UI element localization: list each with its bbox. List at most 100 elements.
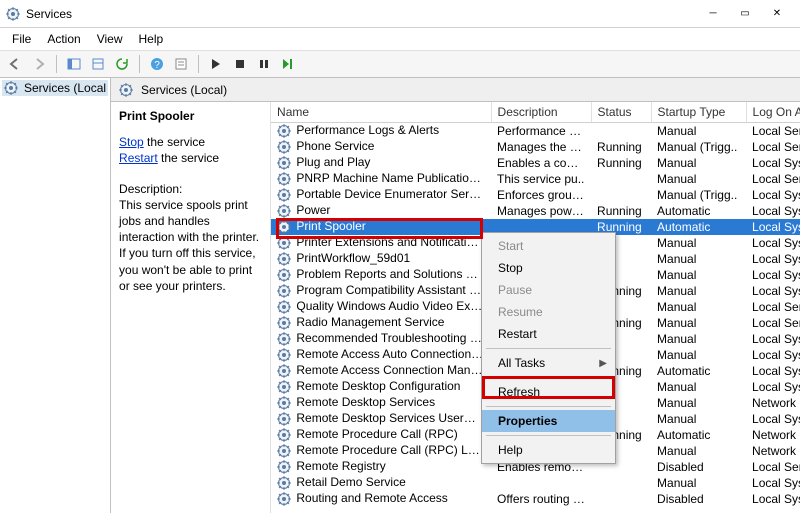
cell-startup: Disabled (651, 459, 746, 475)
svg-text:?: ? (154, 60, 160, 71)
cell-desc: Offers routing s.. (491, 491, 591, 507)
pause-service-button[interactable] (253, 53, 275, 75)
table-row[interactable]: PNRP Machine Name Publication ServiceThi… (271, 171, 800, 187)
cell-name: Remote Access Connection Manager (271, 363, 491, 379)
cell-name: Remote Desktop Services (271, 395, 491, 411)
cell-desc (491, 475, 591, 491)
menu-file[interactable]: File (4, 30, 39, 48)
export-button[interactable] (87, 53, 109, 75)
help-button[interactable]: ? (146, 53, 168, 75)
table-row[interactable]: Performance Logs & AlertsPerformance Lo.… (271, 123, 800, 139)
minimize-button[interactable]: ─ (706, 7, 720, 21)
ctx-help[interactable]: Help (482, 439, 615, 461)
cell-startup: Manual (651, 299, 746, 315)
table-row[interactable]: Plug and PlayEnables a comp..RunningManu… (271, 155, 800, 171)
description-text: This service spools print jobs and handl… (119, 197, 262, 294)
forward-button[interactable] (28, 53, 50, 75)
cell-name: Phone Service (271, 139, 491, 155)
cell-status: Running (591, 155, 651, 171)
show-hide-tree-button[interactable] (63, 53, 85, 75)
cell-status (591, 187, 651, 203)
cell-logon: Local Service (746, 171, 800, 187)
cell-name: Remote Desktop Configuration (271, 379, 491, 395)
description-pane: Print Spooler Stop the service Restart t… (111, 102, 271, 513)
cell-logon: Local System (746, 379, 800, 395)
cell-logon: Local System (746, 155, 800, 171)
cell-startup: Manual (651, 283, 746, 299)
ctx-refresh[interactable]: Refresh (482, 381, 615, 403)
cell-desc: This service pu.. (491, 171, 591, 187)
col-logon[interactable]: Log On As (746, 102, 800, 123)
cell-logon: Local Service (746, 123, 800, 139)
cell-status (591, 123, 651, 139)
main-header: Services (Local) (111, 78, 800, 102)
cell-logon: Local Service (746, 315, 800, 331)
cell-name: Portable Device Enumerator Service (271, 187, 491, 203)
refresh-button[interactable] (111, 53, 133, 75)
cell-logon: Network Se... (746, 427, 800, 443)
back-button[interactable] (4, 53, 26, 75)
restart-service-button[interactable] (277, 53, 299, 75)
column-header-row[interactable]: Name Description Status Startup Type Log… (271, 102, 800, 123)
maximize-button[interactable]: ▭ (738, 7, 752, 21)
menu-help[interactable]: Help (131, 30, 172, 48)
table-row[interactable]: Phone ServiceManages the te..RunningManu… (271, 139, 800, 155)
ctx-pause[interactable]: Pause (482, 279, 615, 301)
cell-logon: Local System (746, 219, 800, 235)
ctx-start[interactable]: Start (482, 235, 615, 257)
restart-link[interactable]: Restart (119, 151, 158, 165)
cell-startup: Manual (651, 331, 746, 347)
titlebar[interactable]: Services ─ ▭ ✕ (0, 0, 800, 28)
ctx-resume[interactable]: Resume (482, 301, 615, 323)
cell-logon: Local System (746, 331, 800, 347)
cell-name: Remote Registry (271, 459, 491, 475)
ctx-properties[interactable]: Properties (482, 410, 615, 432)
ctx-stop[interactable]: Stop (482, 257, 615, 279)
context-menu[interactable]: Start Stop Pause Resume Restart All Task… (481, 232, 616, 464)
stop-service-button[interactable] (229, 53, 251, 75)
toolbar: ? (0, 50, 800, 78)
menu-action[interactable]: Action (39, 30, 88, 48)
properties-button[interactable] (170, 53, 192, 75)
cell-logon: Local System (746, 283, 800, 299)
cell-name: Printer Extensions and Notifications (271, 235, 491, 251)
stop-link[interactable]: Stop (119, 135, 144, 149)
table-row[interactable]: Portable Device Enumerator ServiceEnforc… (271, 187, 800, 203)
main-header-label: Services (Local) (141, 83, 227, 97)
ctx-all-tasks[interactable]: All Tasks▶ (482, 352, 615, 374)
cell-startup: Automatic (651, 427, 746, 443)
col-name[interactable]: Name (271, 102, 491, 123)
table-row[interactable]: PowerManages powe..RunningAutomaticLocal… (271, 203, 800, 219)
cell-logon: Network Se... (746, 395, 800, 411)
cell-startup: Automatic (651, 363, 746, 379)
cell-startup: Manual (651, 155, 746, 171)
cell-logon: Local System (746, 267, 800, 283)
cell-name: Power (271, 203, 491, 219)
cell-startup: Disabled (651, 491, 746, 507)
cell-name: Remote Access Auto Connection Man.. (271, 347, 491, 363)
submenu-arrow-icon: ▶ (599, 358, 607, 369)
cell-startup: Manual (651, 251, 746, 267)
table-row[interactable]: Routing and Remote AccessOffers routing … (271, 491, 800, 507)
close-button[interactable]: ✕ (770, 7, 784, 21)
col-status[interactable]: Status (591, 102, 651, 123)
menu-view[interactable]: View (89, 30, 131, 48)
ctx-restart[interactable]: Restart (482, 323, 615, 345)
cell-name: Remote Procedure Call (RPC) (271, 427, 491, 443)
col-description[interactable]: Description (491, 102, 591, 123)
cell-logon: Local System (746, 251, 800, 267)
menubar: File Action View Help (0, 28, 800, 50)
cell-logon: Local Service (746, 459, 800, 475)
col-startup[interactable]: Startup Type (651, 102, 746, 123)
cell-name: Routing and Remote Access (271, 491, 491, 507)
cell-logon: Local System (746, 187, 800, 203)
cell-startup: Manual (651, 315, 746, 331)
start-service-button[interactable] (205, 53, 227, 75)
cell-startup: Manual (651, 235, 746, 251)
cell-name: Remote Desktop Services UserMode Port R.… (271, 411, 491, 427)
cell-name: Program Compatibility Assistant Servi.. (271, 283, 491, 299)
tree-root-services[interactable]: Services (Local (2, 80, 108, 96)
tree-pane[interactable]: Services (Local (0, 78, 111, 513)
table-row[interactable]: Retail Demo ServiceManualLocal System (271, 475, 800, 491)
selected-service-name: Print Spooler (119, 108, 262, 124)
